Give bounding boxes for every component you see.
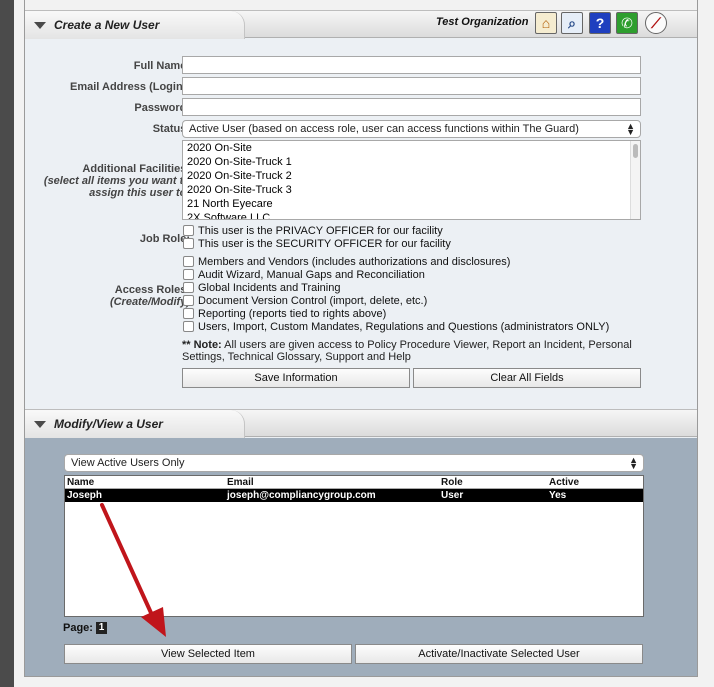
cell-role: User (441, 490, 464, 501)
status-selected-value: Active User (based on access role, user … (189, 123, 579, 135)
access-role-checkbox[interactable] (183, 321, 194, 332)
access-role-checkbox[interactable] (183, 256, 194, 267)
facilities-hint: (select all items you want to assign thi… (43, 175, 190, 199)
access-roles-label: Access Roles: (114, 284, 190, 296)
modify-user-title: Modify/View a User (54, 417, 163, 431)
facility-option[interactable]: 2X Software LLC (183, 211, 640, 219)
select-arrows-icon: ▲ ▼ (626, 121, 635, 137)
user-filter-value: View Active Users Only (71, 457, 185, 469)
access-role-checkbox[interactable] (183, 295, 194, 306)
modify-user-area: View Active Users Only ▲ ▼ Name Email Rol… (25, 438, 697, 676)
cell-active: Yes (549, 490, 567, 501)
access-role-option[interactable]: Global Incidents and Training (183, 282, 340, 295)
facilities-scrollbar[interactable] (630, 141, 640, 219)
table-header: Name Email Role Active (65, 476, 643, 489)
page-label: Page: (63, 622, 93, 634)
organization-name: Test Organization (436, 16, 529, 28)
create-user-title: Create a New User (54, 18, 160, 32)
access-role-option[interactable]: Users, Import, Custom Mandates, Regulati… (183, 321, 609, 334)
access-note: ** Note: All users are given access to P… (182, 339, 652, 363)
access-role-checkbox[interactable] (183, 282, 194, 293)
email-label: Email Address (Login): (70, 81, 190, 93)
access-role-option[interactable]: Reporting (reports tied to rights above) (183, 308, 386, 321)
facility-option[interactable]: 2020 On-Site (183, 141, 640, 155)
privacy-officer-option[interactable]: This user is the PRIVACY OFFICER for our… (183, 225, 443, 238)
status-label: Status: (152, 123, 190, 135)
view-selected-item-button[interactable]: View Selected Item (64, 644, 352, 664)
users-table: Name Email Role Active Joseph joseph@com… (64, 475, 644, 617)
table-row[interactable]: Joseph joseph@compliancygroup.com User Y… (65, 489, 643, 502)
security-officer-checkbox[interactable] (183, 238, 194, 249)
full-name-input[interactable] (182, 56, 641, 74)
app-frame: Create a New User Test Organization ⌂ ⌕ … (14, 0, 714, 687)
clear-all-fields-button[interactable]: Clear All Fields (413, 368, 641, 388)
cell-email: joseph@compliancygroup.com (227, 490, 376, 501)
user-filter-select[interactable]: View Active Users Only ▲ ▼ (64, 454, 644, 472)
search-icon[interactable]: ⌕ (561, 12, 583, 34)
access-role-option[interactable]: Audit Wizard, Manual Gaps and Reconcilia… (183, 269, 425, 282)
collapse-arrow-icon[interactable] (34, 421, 46, 428)
activate-inactivate-user-button[interactable]: Activate/Inactivate Selected User (355, 644, 643, 664)
full-name-label: Full Name: (133, 60, 190, 72)
privacy-officer-checkbox[interactable] (183, 225, 194, 236)
user-admin-panel: Create a New User Test Organization ⌂ ⌕ … (24, 0, 698, 677)
collapse-arrow-icon[interactable] (34, 22, 46, 29)
security-officer-option[interactable]: This user is the SECURITY OFFICER for ou… (183, 238, 451, 251)
gauge-icon[interactable]: ⟋ (645, 12, 667, 34)
facilities-label: Additional Facilities: (82, 163, 190, 175)
home-icon[interactable]: ⌂ (535, 12, 557, 34)
note-text: All users are given access to Policy Pro… (182, 339, 632, 363)
email-input[interactable] (182, 77, 641, 95)
select-arrows-icon: ▲ ▼ (629, 455, 638, 471)
scrollbar-thumb[interactable] (633, 144, 638, 158)
facility-option[interactable]: 2020 On-Site-Truck 3 (183, 183, 640, 197)
password-input[interactable] (182, 98, 641, 116)
password-label: Password: (134, 102, 190, 114)
column-header-active[interactable]: Active (549, 476, 579, 489)
facilities-listbox[interactable]: 2020 On-Site 2020 On-Site-Truck 1 2020 O… (182, 140, 641, 220)
facility-option[interactable]: 2020 On-Site-Truck 1 (183, 155, 640, 169)
help-icon[interactable]: ? (589, 12, 611, 34)
note-prefix: ** Note: (182, 339, 222, 351)
access-role-checkbox[interactable] (183, 269, 194, 280)
cell-name: Joseph (67, 490, 103, 501)
facility-option[interactable]: 2020 On-Site-Truck 2 (183, 169, 640, 183)
modify-user-header[interactable]: Modify/View a User (25, 409, 697, 438)
access-role-checkbox[interactable] (183, 308, 194, 319)
facility-option[interactable]: 21 North Eyecare (183, 197, 640, 211)
access-role-option[interactable]: Members and Vendors (includes authorizat… (183, 256, 510, 269)
phone-icon[interactable]: ✆ (616, 12, 638, 34)
page-number-button[interactable]: 1 (96, 622, 107, 634)
access-role-option[interactable]: Document Version Control (import, delete… (183, 295, 427, 308)
access-roles-hint: (Create/Modify) (109, 296, 190, 308)
save-information-button[interactable]: Save Information (182, 368, 410, 388)
job-role-label: Job Role: (139, 233, 190, 245)
column-header-name[interactable]: Name (67, 476, 94, 489)
column-header-email[interactable]: Email (227, 476, 254, 489)
column-header-role[interactable]: Role (441, 476, 463, 489)
status-select[interactable]: Active User (based on access role, user … (182, 120, 641, 138)
